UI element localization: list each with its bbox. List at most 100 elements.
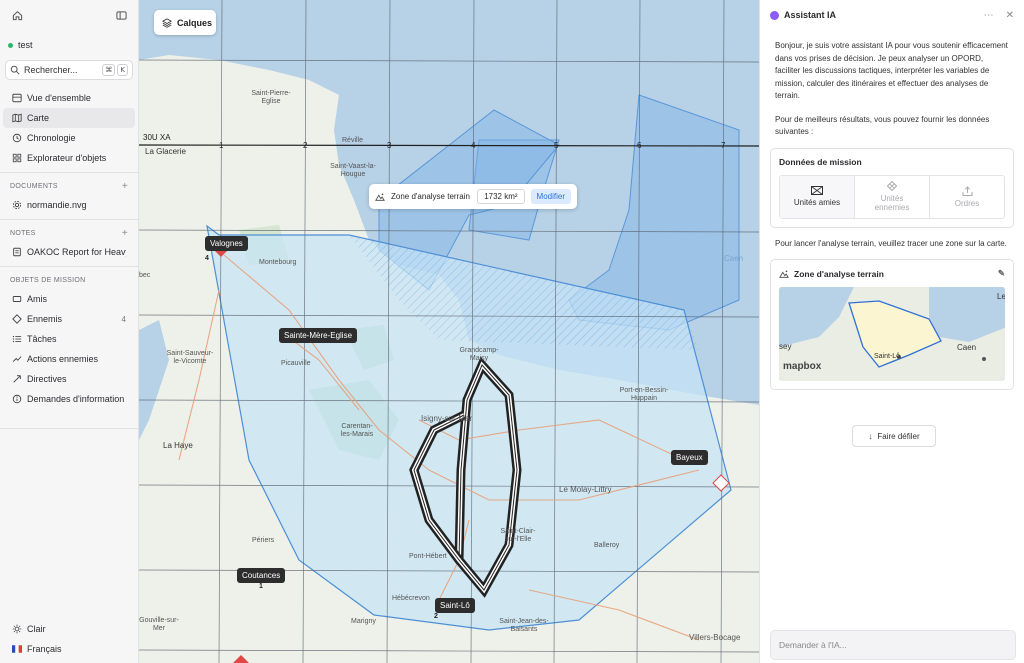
enemy-icon — [12, 314, 22, 324]
divider — [0, 428, 138, 429]
nav-item-object-explorer[interactable]: Explorateur d'objets — [3, 148, 135, 168]
tasks-icon — [12, 335, 22, 343]
info-request-icon — [12, 394, 22, 404]
city-tag-bayeux[interactable]: Bayeux — [671, 450, 708, 465]
zone-mini-map[interactable]: sey Le Caen Saint-Lô mapbox — [779, 287, 1005, 381]
enemy-unit-icon — [887, 181, 897, 191]
nav-item-timeline[interactable]: Chronologie — [3, 128, 135, 148]
mission-card-title: Données de mission — [779, 156, 862, 167]
shortcut-key-cmd: ⌘ — [102, 64, 116, 76]
place-label: Carentan-les-Marais — [340, 423, 374, 438]
mission-item-friends[interactable]: Amis — [3, 289, 135, 309]
mission-item-enemies[interactable]: Ennemis 4 — [3, 309, 135, 329]
header-actions: ⋯ ✕ — [984, 10, 1014, 21]
language-selector[interactable]: Français — [3, 639, 135, 659]
add-document-button[interactable]: + — [122, 181, 128, 192]
mission-item-directives[interactable]: Directives — [3, 369, 135, 389]
orders-icon — [962, 185, 972, 196]
terrain-icon — [779, 270, 789, 278]
grid-col-label: 6 — [637, 141, 642, 150]
sidebar: test Rechercher... ⌘ K Vue d'ensemble Ca… — [0, 0, 139, 663]
assistant-hint: Pour de meilleurs résultats, vous pouvez… — [775, 114, 990, 137]
close-icon[interactable]: ✕ — [1006, 10, 1014, 21]
grid-zone-label: 30U XA — [143, 133, 171, 142]
mission-item-enemy-actions[interactable]: Actions ennemies — [3, 349, 135, 369]
grid-col-label: 2 — [303, 141, 308, 150]
layers-icon — [162, 17, 172, 28]
grid-col-label: 1 — [219, 141, 224, 150]
grid-col-label: 4 — [471, 141, 476, 150]
sidebar-toggle-icon[interactable] — [114, 8, 128, 22]
friends-icon — [12, 296, 22, 302]
city-tag-valognes[interactable]: Valognes — [205, 236, 248, 251]
mission-objects-header: OBJETS DE MISSION — [0, 271, 138, 289]
choice-label: Unités amies — [793, 198, 841, 207]
section-title: DOCUMENTS — [10, 182, 58, 190]
ask-ai-input[interactable]: Demander à l'IA... — [770, 630, 1016, 660]
city-count: 4 — [205, 255, 209, 262]
place-label: Hébécrevon — [392, 595, 430, 602]
search-input[interactable]: Rechercher... ⌘ K — [5, 60, 133, 80]
note-label: OAKOC Report for Heavy ... — [27, 247, 126, 257]
place-label: Le Molay-Littry — [559, 485, 612, 494]
city-tag-coutances[interactable]: Coutances — [237, 568, 286, 583]
grid-col-label: 5 — [554, 141, 559, 150]
mini-map-label: sey — [779, 342, 792, 351]
flag-fr-icon — [12, 645, 22, 653]
place-label: Villers-Bocage — [689, 633, 741, 642]
map-canvas[interactable]: 30U XA 1 2 3 4 5 6 7 Saint-Pierre-Eglise… — [139, 0, 759, 663]
directives-icon — [13, 375, 21, 383]
divider — [0, 219, 138, 220]
zone-toolbar: Zone d'analyse terrain 1732 km² Modifier — [369, 184, 577, 209]
city-tag-sainte-mere-eglise[interactable]: Sainte-Mère-Eglise — [279, 328, 358, 343]
place-label: Marigny — [351, 618, 376, 625]
layers-button[interactable]: Calques — [154, 10, 216, 35]
place-label: Périers — [252, 537, 275, 544]
status-dot — [8, 42, 13, 48]
section-title: OBJETS DE MISSION — [10, 276, 86, 284]
workspace-selector[interactable]: test — [0, 30, 138, 60]
theme-toggle[interactable]: Clair — [3, 619, 135, 639]
add-note-button[interactable]: + — [122, 228, 128, 239]
assistant-icon — [770, 10, 779, 20]
scroll-down-button[interactable]: ↓ Faire défiler — [852, 425, 936, 447]
search-shortcut: ⌘ K — [102, 64, 128, 76]
city-tag-saint-lo[interactable]: Saint-Lô — [435, 598, 475, 613]
enemy-units-button[interactable]: Unités ennemies — [854, 175, 929, 218]
zone-card: Zone d'analyse terrain ✎ sey Le Caen Sai… — [770, 259, 1014, 390]
orders-button[interactable]: Ordres — [929, 175, 1004, 218]
note-item[interactable]: OAKOC Report for Heavy ... — [3, 242, 135, 262]
mission-item-label: Tâches — [27, 334, 57, 344]
nav-item-map[interactable]: Carte — [3, 108, 135, 128]
grid-col-label: 3 — [387, 141, 392, 150]
scroll-label: Faire défiler — [877, 431, 920, 441]
grid-icon — [12, 153, 22, 163]
more-options-icon[interactable]: ⋯ — [984, 10, 994, 21]
nav-item-label: Carte — [27, 113, 50, 123]
mini-map-label: Saint-Lô — [874, 353, 901, 360]
city-count: 1 — [259, 583, 263, 590]
mission-item-tasks[interactable]: Tâches — [3, 329, 135, 349]
home-icon[interactable] — [10, 8, 24, 22]
nav-item-overview[interactable]: Vue d'ensemble — [3, 88, 135, 108]
assistant-title: Assistant IA — [784, 10, 837, 20]
friendly-units-button[interactable]: Unités amies — [780, 175, 854, 218]
arrow-down-icon: ↓ — [868, 431, 873, 441]
overview-icon — [12, 93, 22, 103]
sun-icon — [12, 624, 22, 634]
map-icon — [12, 113, 22, 123]
grid-col-label: 7 — [721, 141, 726, 150]
mini-map-label: Le — [997, 292, 1005, 301]
edit-icon[interactable]: ✎ — [998, 268, 1005, 279]
place-label: Grandcamp-Maisy — [459, 347, 499, 362]
place-label: Gouville-sur-Mer — [139, 617, 179, 632]
enemy-count: 4 — [121, 314, 126, 324]
mission-item-info-requests[interactable]: Demandes d'information — [3, 389, 135, 409]
section-title: NOTES — [10, 229, 36, 237]
gear-icon — [12, 200, 22, 210]
document-item[interactable]: normandie.nvg — [3, 195, 135, 215]
nav-item-label: Explorateur d'objets — [27, 153, 107, 163]
place-label: La Haye — [163, 441, 193, 450]
place-label: La Glacerie — [145, 147, 186, 156]
modify-zone-button[interactable]: Modifier — [530, 189, 571, 204]
